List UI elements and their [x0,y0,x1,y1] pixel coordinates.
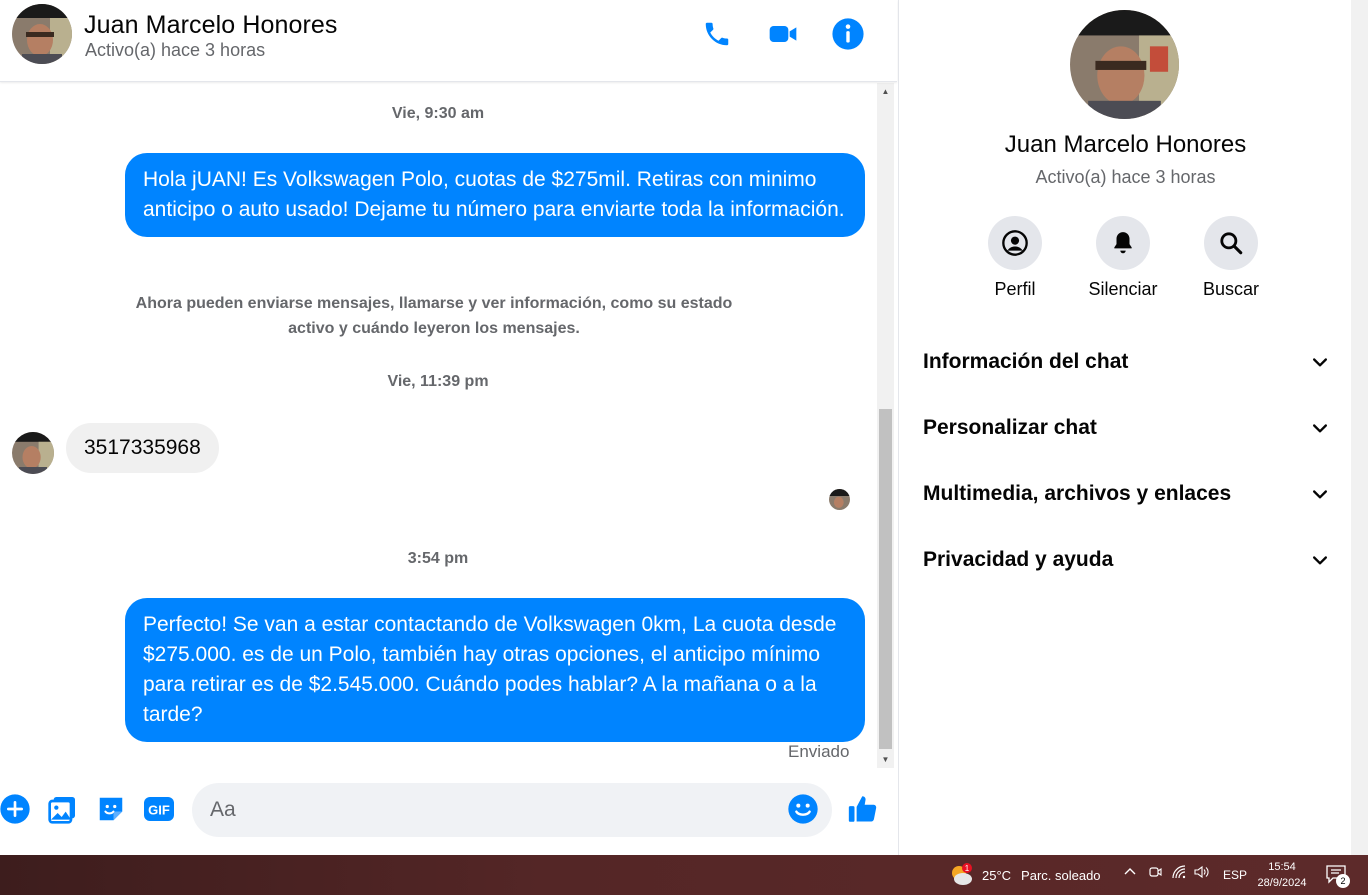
gif-label: GIF [148,803,170,818]
weather-badge: 1 [965,864,970,873]
section-title: Personalizar chat [923,416,1097,439]
plus-icon [0,794,30,824]
gif-icon: GIF [144,797,174,821]
message-input[interactable] [192,783,832,837]
weather-condition: Parc. soleado [1021,867,1101,883]
timestamp: Vie, 11:39 pm [387,373,489,390]
search-label: Buscar [1202,279,1260,299]
contact-status: Activo(a) hace 3 horas [85,40,266,60]
contact-name[interactable]: Juan Marcelo Honores [84,11,338,40]
chat-header: Juan Marcelo Honores Activo(a) hace 3 ho… [0,0,897,82]
input-language[interactable]: ESP [1223,868,1247,882]
search-action[interactable]: Buscar [1186,216,1276,300]
section-media-files-links[interactable]: Multimedia, archivos y enlaces [923,474,1330,514]
clock-time: 15:54 [1268,861,1296,873]
system-note-line: activo y cuándo leyeron los mensajes. [288,320,580,337]
outgoing-message[interactable]: Perfecto! Se van a estar contactando de … [125,598,865,742]
bell-icon [1096,216,1150,270]
notification-count: 2 [1336,874,1350,888]
profile-label: Perfil [994,279,1036,299]
page-scrollbar[interactable] [1351,0,1368,855]
sticker-button[interactable] [94,792,128,826]
gif-button[interactable]: GIF [142,792,176,826]
scroll-thumb[interactable] [879,409,892,749]
system-note: Ahora pueden enviarse mensajes, llamarse… [0,291,868,341]
thumbs-up-icon [848,796,877,822]
notification-center-button[interactable]: 2 [1325,864,1351,888]
emoji-button[interactable] [786,792,820,826]
camera-tray-icon[interactable] [1148,865,1162,882]
sender-avatar[interactable] [12,432,54,474]
profile-action[interactable]: Perfil [970,216,1060,300]
info-icon [832,18,864,50]
section-customize-chat[interactable]: Personalizar chat [923,408,1330,448]
attach-photo-button[interactable] [46,792,80,826]
side-contact-name: Juan Marcelo Honores [1004,131,1247,158]
windows-taskbar: 1 25°C Parc. soleado ESP 15:54 28/9/2024… [0,855,1368,895]
contact-avatar[interactable] [12,4,72,64]
section-title: Multimedia, archivos y enlaces [923,482,1232,505]
clock-date: 28/9/2024 [1257,877,1307,889]
video-camera-icon [769,26,797,42]
weather-sun-cloud-icon: 1 [952,863,972,885]
chat-pane: Juan Marcelo Honores Activo(a) hace 3 ho… [0,0,897,855]
like-button[interactable] [846,792,880,826]
section-privacy-help[interactable]: Privacidad y ayuda [923,540,1330,580]
system-note-line: Ahora pueden enviarse mensajes, llamarse… [135,295,733,312]
timestamp: Vie, 9:30 am [391,105,485,122]
contact-avatar-large[interactable] [1070,10,1179,119]
chevron-up-icon [1124,868,1136,875]
outgoing-message[interactable]: Hola jUAN! Es Volkswagen Polo, cuotas de… [125,153,865,237]
read-receipt-avatar [829,489,850,510]
chevron-down-icon [1313,556,1327,565]
composer: GIF [0,770,897,855]
show-hidden-icons-button[interactable] [1123,865,1137,882]
more-actions-button[interactable] [0,792,32,826]
phone-icon [705,22,729,46]
temperature: 25°C [982,867,1012,883]
conversation-info-button[interactable] [830,16,866,52]
conversation-details-pane: Juan Marcelo Honores Activo(a) hace 3 ho… [898,0,1351,855]
message-scrollbar[interactable]: ▲ ▼ [877,83,894,768]
side-contact-status: Activo(a) hace 3 horas [1035,167,1216,187]
sticker-icon [99,797,123,821]
audio-call-button[interactable] [699,16,735,52]
message-list[interactable]: Vie, 9:30 am Hola jUAN! Es Volkswagen Po… [0,83,876,768]
mute-action[interactable]: Silenciar [1078,216,1168,300]
section-chat-info[interactable]: Información del chat [923,342,1330,382]
wifi-icon[interactable] [1172,865,1188,882]
timestamp: 3:54 pm [407,550,469,567]
scroll-down-arrow[interactable]: ▼ [877,751,894,768]
profile-icon [988,216,1042,270]
volume-icon[interactable] [1194,865,1210,882]
incoming-message[interactable]: 3517335968 [66,423,219,473]
photo-icon [48,797,75,824]
chevron-down-icon [1313,424,1327,433]
section-title: Privacidad y ayuda [923,548,1114,571]
search-icon [1204,216,1258,270]
sent-status: Enviado [788,742,850,761]
system-clock[interactable]: 15:54 28/9/2024 [1250,859,1314,891]
chevron-down-icon [1313,358,1327,367]
chevron-down-icon [1313,490,1327,499]
smiley-icon [788,794,818,824]
scroll-up-arrow[interactable]: ▲ [877,83,894,100]
mute-label: Silenciar [1088,279,1158,299]
video-call-button[interactable] [765,16,801,52]
weather-widget[interactable]: 1 25°C Parc. soleado [948,863,1101,887]
section-title: Información del chat [923,350,1129,373]
